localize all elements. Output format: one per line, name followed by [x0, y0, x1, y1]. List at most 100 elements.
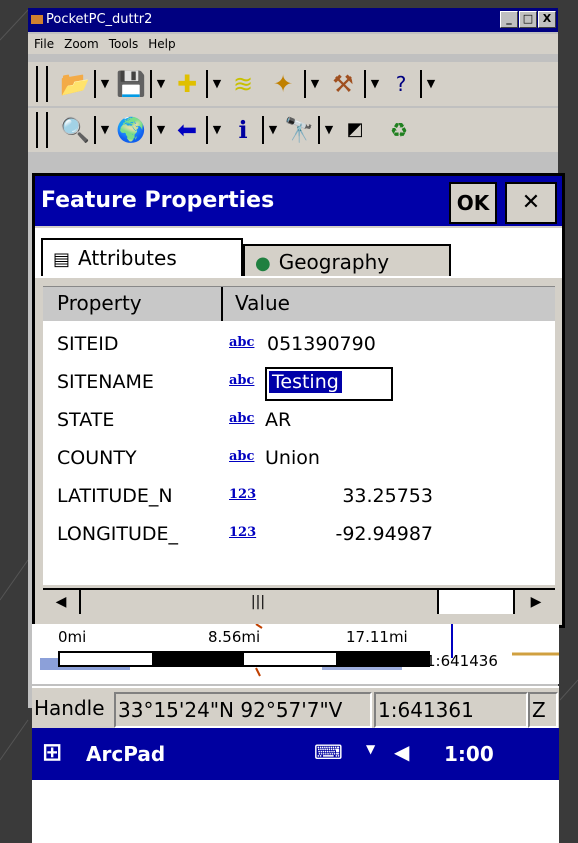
input-panel-area — [32, 780, 559, 843]
keyboard-icon[interactable]: ⌨ — [314, 740, 343, 764]
tools-icon[interactable]: ⚒ — [328, 68, 358, 100]
find-icon[interactable]: 🔭 — [284, 114, 314, 146]
text-type-icon: abc — [229, 449, 255, 464]
tab-geography[interactable]: ● Geography — [243, 244, 451, 276]
open-dropdown[interactable]: ▼ — [98, 68, 112, 100]
scroll-right-icon[interactable]: ▶ — [517, 590, 555, 614]
map-view[interactable]: 0mi 8.56mi 17.11mi 1:641436 — [32, 624, 559, 684]
text-type-icon: abc — [229, 335, 255, 350]
text-type-icon: abc — [229, 411, 255, 426]
scale-ratio: 1:641436 — [426, 652, 498, 670]
window-title: PocketPC_duttr2 — [46, 12, 153, 27]
table-row[interactable]: SITEID abc 051390790 — [43, 325, 555, 363]
column-header-value[interactable]: Value — [235, 291, 290, 315]
dialog-close-button[interactable]: ✕ — [505, 182, 557, 224]
toolbar-navigation: 🔍 ▼ 🌍 ▼ ⬅ ▼ ℹ ▼ 🔭 ▼ ◩ ♻ — [28, 108, 558, 152]
property-name: SITENAME — [57, 371, 154, 393]
save-icon[interactable]: 💾 — [116, 68, 146, 100]
add-dropdown[interactable]: ▼ — [210, 68, 224, 100]
info-icon[interactable]: ℹ — [228, 114, 258, 146]
selected-value-text[interactable]: Testing — [269, 371, 342, 393]
taskbar-clock[interactable]: 1:00 — [444, 742, 494, 766]
scroll-track[interactable] — [437, 590, 515, 614]
property-value[interactable]: 33.25753 — [273, 485, 433, 507]
table-row[interactable]: SITENAME abc Testing — [43, 363, 555, 401]
number-type-icon: 123 — [229, 487, 257, 502]
feature-properties-dialog: Feature Properties OK ✕ ▤ Attributes ● Geo… — [32, 173, 565, 628]
back-dropdown[interactable]: ▼ — [210, 114, 224, 146]
volume-icon[interactable]: ◀︎ — [394, 740, 409, 764]
horizontal-scrollbar[interactable]: ◀ ||| ▶ — [43, 588, 555, 614]
gps-icon[interactable]: ✦ — [268, 68, 298, 100]
ok-button[interactable]: OK — [449, 182, 497, 224]
property-name: STATE — [57, 409, 115, 431]
globe-dropdown[interactable]: ▼ — [154, 114, 168, 146]
taskbar-app-name: ArcPad — [86, 742, 166, 766]
add-layer-icon[interactable]: ✚ — [172, 68, 202, 100]
scale-label-1: 8.56mi — [208, 628, 261, 646]
status-tool: Handle — [34, 696, 105, 720]
scroll-thumb[interactable]: ||| — [223, 590, 293, 614]
attribute-table: SITEID abc 051390790 SITENAME abc Testin… — [43, 321, 555, 585]
app-logo-icon — [31, 15, 43, 24]
column-divider[interactable] — [221, 287, 223, 321]
gps-dropdown[interactable]: ▼ — [308, 68, 322, 100]
property-name: SITEID — [57, 333, 119, 355]
layers-icon[interactable]: ≋ — [228, 68, 258, 100]
minimize-button[interactable]: _ — [500, 11, 518, 28]
maximize-button[interactable]: □ — [519, 11, 537, 28]
toolbar-grip[interactable] — [36, 66, 48, 102]
tools-dropdown[interactable]: ▼ — [368, 68, 382, 100]
dialog-title: Feature Properties — [41, 188, 275, 213]
back-arrow-icon[interactable]: ⬅ — [172, 114, 202, 146]
zoom-dropdown[interactable]: ▼ — [98, 114, 112, 146]
table-row[interactable]: STATE abc AR — [43, 401, 555, 439]
table-row[interactable]: COUNTY abc Union — [43, 439, 555, 477]
close-window-button[interactable]: X — [538, 11, 556, 28]
menu-help[interactable]: Help — [148, 34, 175, 54]
toolbar-grip-2[interactable] — [36, 112, 48, 148]
select-icon[interactable]: ◩ — [340, 114, 370, 146]
help-icon[interactable]: ? — [386, 68, 416, 100]
status-coordinates[interactable]: 33°15'24"N 92°57'7"V — [114, 692, 372, 728]
globe-icon[interactable]: 🌍 — [116, 114, 146, 146]
table-row[interactable]: LONGITUDE_ 123 -92.94987 — [43, 515, 555, 553]
find-dropdown[interactable]: ▼ — [322, 114, 336, 146]
scroll-left-icon[interactable]: ◀ — [43, 590, 81, 614]
zoom-in-icon[interactable]: 🔍 — [60, 114, 90, 146]
info-dropdown[interactable]: ▼ — [266, 114, 280, 146]
property-value[interactable]: -92.94987 — [273, 523, 433, 545]
help-dropdown[interactable]: ▼ — [424, 68, 438, 100]
scale-label-2: 17.11mi — [346, 628, 408, 646]
refresh-icon[interactable]: ♻ — [384, 114, 414, 146]
table-row[interactable]: LATITUDE_N 123 33.25753 — [43, 477, 555, 515]
property-value[interactable]: 051390790 — [267, 333, 376, 355]
chevron-down-icon[interactable]: ▼ — [366, 742, 375, 756]
property-name: LONGITUDE_ — [57, 523, 179, 545]
text-type-icon: abc — [229, 373, 255, 388]
attribute-table-header: Property Value — [43, 286, 555, 322]
taskbar: ⊞ ArcPad ⌨ ▼ ◀︎ 1:00 — [32, 728, 559, 780]
property-value[interactable]: Union — [265, 447, 320, 469]
property-name: LATITUDE_N — [57, 485, 173, 507]
window-titlebar: PocketPC_duttr2 _ □ X — [28, 8, 558, 32]
status-extra[interactable]: Z — [528, 692, 558, 728]
column-header-property[interactable]: Property — [57, 291, 142, 315]
save-dropdown[interactable]: ▼ — [154, 68, 168, 100]
scale-bar — [58, 651, 430, 667]
status-scale[interactable]: 1:641361 — [374, 692, 528, 728]
menu-bar: File Zoom Tools Help — [28, 34, 558, 54]
menu-zoom[interactable]: Zoom — [64, 34, 99, 54]
menu-file[interactable]: File — [34, 34, 54, 54]
globe-tab-icon: ● — [255, 253, 271, 274]
property-value[interactable]: AR — [265, 409, 291, 431]
dialog-tabs: ▤ Attributes ● Geography — [35, 228, 562, 278]
windows-start-icon[interactable]: ⊞ — [42, 738, 62, 766]
tab-attributes[interactable]: ▤ Attributes — [41, 238, 243, 276]
number-type-icon: 123 — [229, 525, 257, 540]
status-bar: Handle 33°15'24"N 92°57'7"V 1:641361 Z — [32, 686, 559, 730]
open-folder-icon[interactable]: 📂 — [60, 68, 90, 100]
tab-geography-label: Geography — [278, 250, 390, 274]
value-edit-field[interactable]: Testing — [265, 367, 393, 401]
menu-tools[interactable]: Tools — [109, 34, 139, 54]
